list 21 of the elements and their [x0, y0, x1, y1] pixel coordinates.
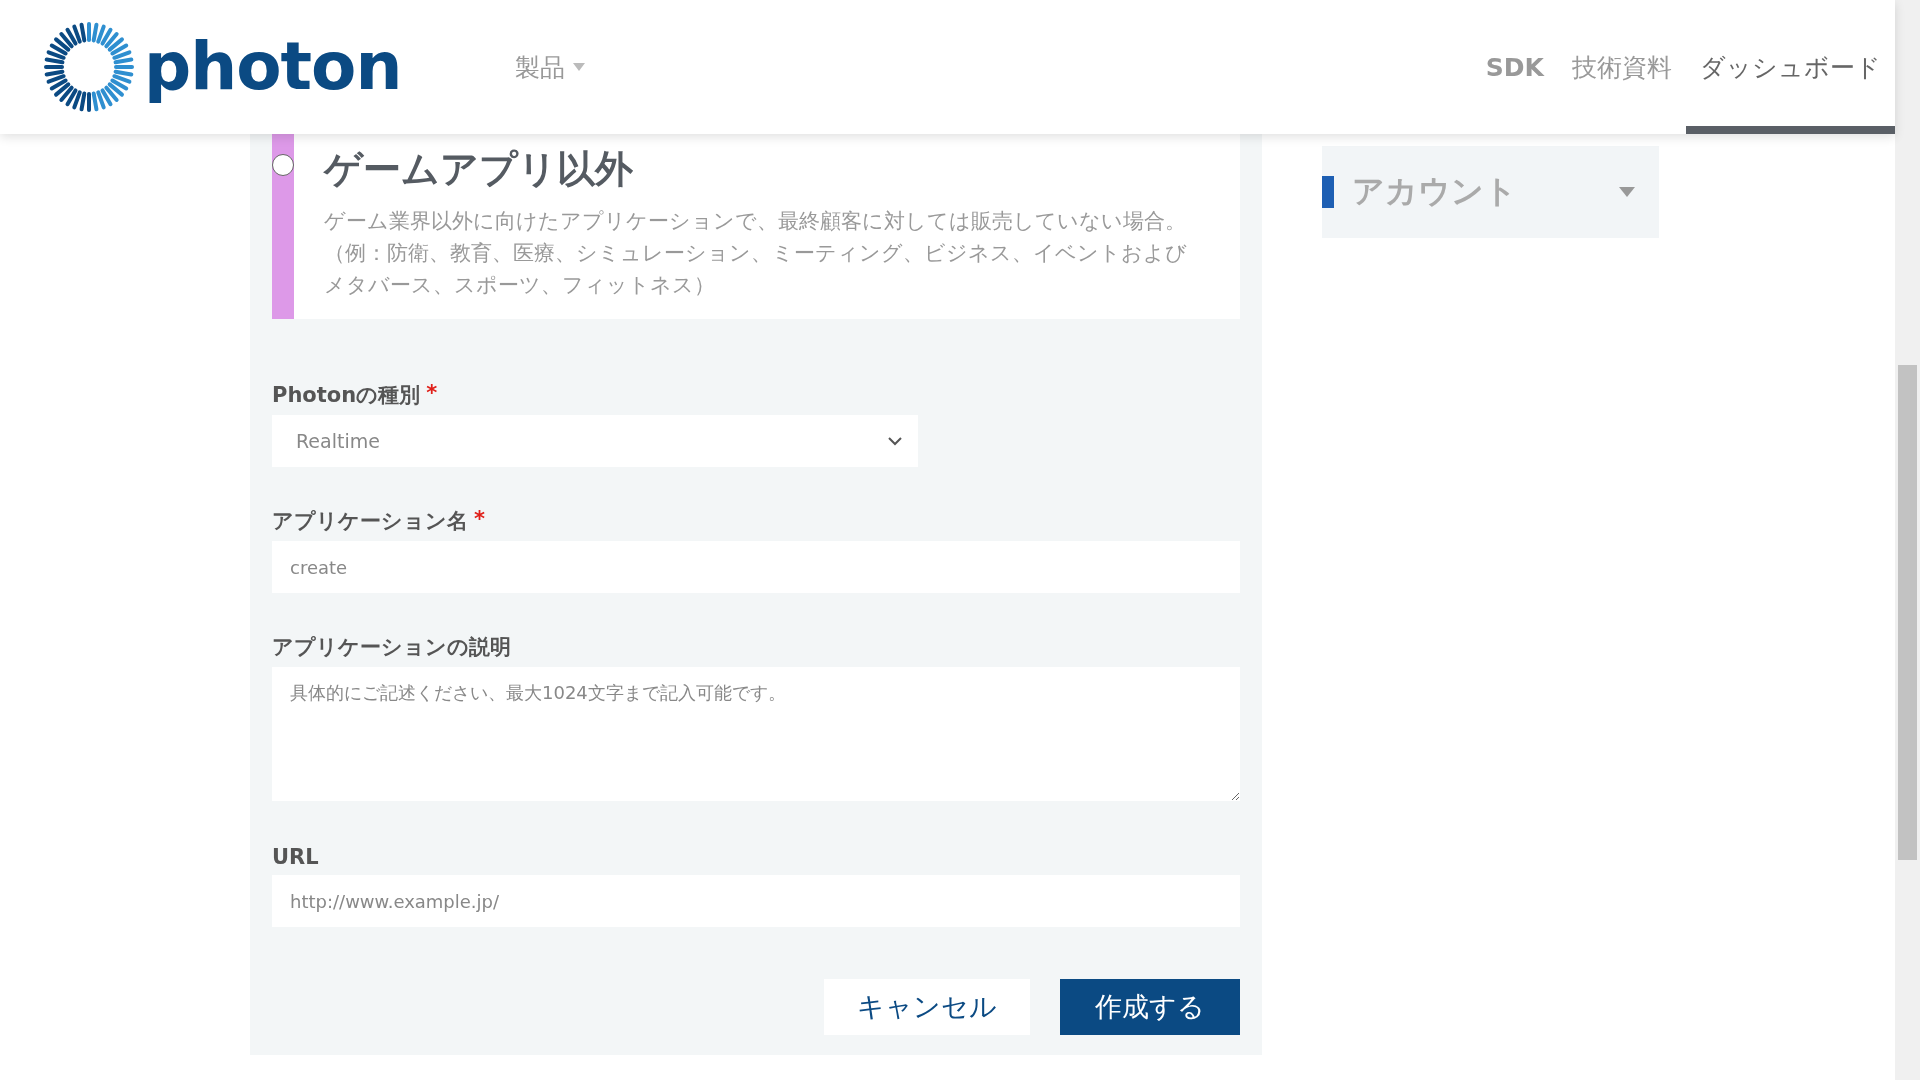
create-button[interactable]: 作成する [1060, 979, 1240, 1035]
input-field[interactable]: create [272, 541, 1240, 593]
field-label: アプリケーションの説明 [272, 634, 511, 661]
field-label: Photonの種別 [272, 382, 421, 409]
logo-icon [44, 22, 134, 112]
accent-bar [1322, 176, 1334, 208]
field-label: URL [272, 845, 319, 869]
input-field[interactable]: http://www.example.jp/ [272, 875, 1240, 927]
scrollbar[interactable] [1895, 0, 1920, 1080]
type-select[interactable]: Realtime [272, 415, 918, 467]
card-description: ゲーム業界以外に向けたアプリケーションで、最終顧客に対しては販売していない場合。（例：防衛、教育、医療、シミュレーション、ミーティング、ビジネス、イベントおよびメタバース、スポーツ、フィットネス） [324, 208, 1188, 299]
required-mark: * [426, 381, 438, 407]
required-mark: * [474, 507, 485, 533]
field-label: アプリケーション名 [272, 508, 468, 535]
radio-button[interactable] [272, 154, 294, 176]
card-title: ゲームアプリ以外 [324, 146, 634, 193]
caret-icon [573, 62, 586, 72]
textarea-field[interactable]: 具体的にご記述ください、最大1024文字まで記入可能です。 [272, 667, 1240, 801]
cancel-button[interactable]: キャンセル [824, 979, 1030, 1035]
option-card[interactable]: ゲームアプリ以外 ゲーム業界以外に向けたアプリケーションで、最終顧客に対しては販売していない場合。（例：防衛、教育、医療、シミュレーション、ミーティング、ビジネス、イベントおよびメタバース、スポーツ、フィットネス） [272, 134, 1240, 319]
chevron-down-icon [888, 436, 902, 446]
